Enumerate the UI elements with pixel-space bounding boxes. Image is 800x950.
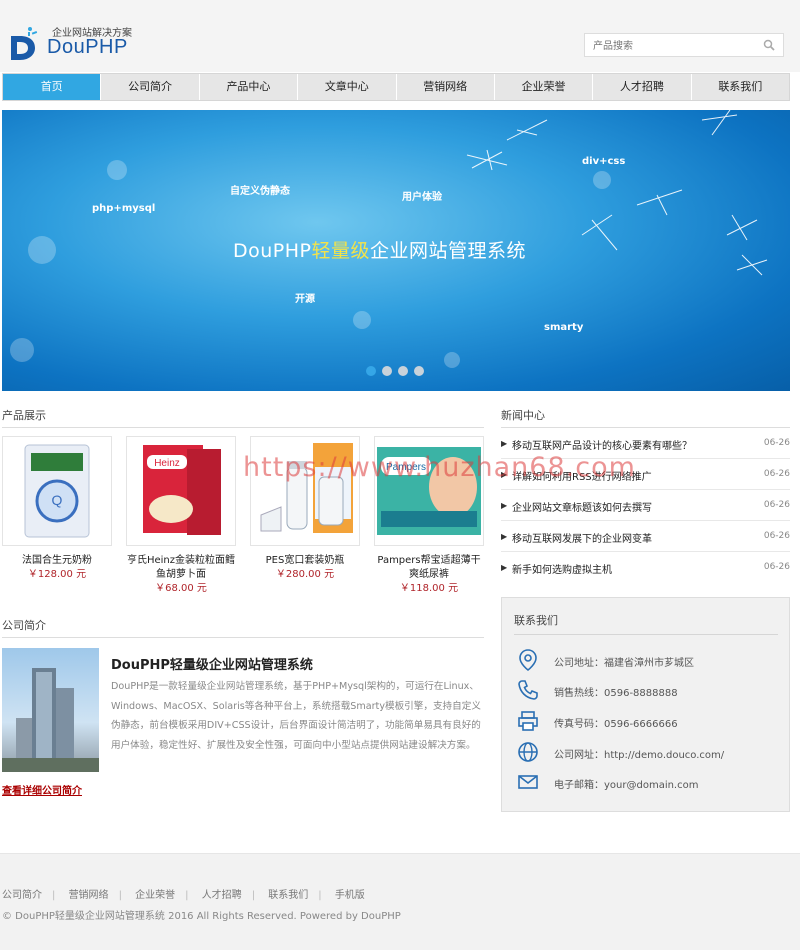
news-item[interactable]: ▶ 新手如何选购虚拟主机 06-26 (501, 552, 790, 583)
banner-slider[interactable]: DouPHP轻量级企业网站管理系统 php+mysql 自定义伪静态 用户体验 … (2, 110, 790, 391)
main-nav: 首页 公司简介 产品中心 文章中心 营销网络 企业荣誉 人才招聘 联系我们 (2, 73, 790, 101)
banner-keyword: 自定义伪静态 (230, 186, 290, 197)
contact-website: 公司网址：http://demo.douco.com/ (554, 750, 725, 761)
arrow-icon: ▶ (501, 532, 508, 541)
contact-phone: 销售热线：0596-8888888 (554, 688, 678, 699)
intro-section-title: 公司简介 (2, 619, 46, 632)
product-name[interactable]: 亨氏Heinz金装粒粒面鳕鱼胡萝卜面 (126, 554, 236, 582)
nav-item-contact[interactable]: 联系我们 (692, 74, 789, 100)
nav-item-jobs[interactable]: 人才招聘 (593, 74, 692, 100)
map-pin-icon (519, 649, 537, 672)
banner-keyword: div+css (582, 156, 626, 167)
banner-keyword: 用户体验 (402, 192, 442, 203)
search-input[interactable] (591, 37, 755, 55)
svg-text:Heinz: Heinz (154, 458, 180, 469)
slider-dot[interactable] (366, 366, 376, 376)
nav-item-products[interactable]: 产品中心 (200, 74, 299, 100)
slider-dots (366, 366, 424, 376)
intro-more-link[interactable]: 查看详细公司简介 (2, 782, 82, 797)
intro-text: DouPHP是一款轻量级企业网站管理系统，基于PHP+Mysql架构的，可运行在… (111, 681, 481, 751)
product-image[interactable]: Heinz (126, 436, 236, 546)
search-icon[interactable] (763, 39, 775, 51)
product-card[interactable]: Heinz 亨氏Heinz金装粒粒面鳕鱼胡萝卜面 ￥68.00 元 (126, 436, 236, 596)
search-box (584, 33, 784, 57)
product-price: ￥128.00 元 (27, 569, 87, 580)
news-date: 06-26 (763, 500, 790, 510)
nav-item-home[interactable]: 首页 (3, 74, 102, 100)
arrow-icon: ▶ (501, 563, 508, 572)
product-image[interactable]: Q (2, 436, 112, 546)
news-section-title: 新闻中心 (501, 409, 545, 422)
footer-links: 公司简介 | 营销网络 | 企业荣誉 | 人才招聘 | 联系我们 | 手机版 (2, 890, 365, 901)
nav-item-articles[interactable]: 文章中心 (298, 74, 397, 100)
nav-item-about[interactable]: 公司简介 (101, 74, 200, 100)
banner-keyword: 开源 (295, 294, 315, 305)
logo[interactable]: 企业网站解决方案 DouPHP (6, 20, 146, 64)
divider (2, 427, 484, 428)
globe-icon (518, 742, 538, 762)
company-building-image (2, 648, 99, 772)
product-card[interactable]: Q 法国合生元奶粉 ￥128.00 元 (2, 436, 112, 582)
contact-email: 电子邮箱：your@domain.com (554, 780, 699, 791)
phone-icon (518, 680, 538, 700)
footer-link[interactable]: 营销网络 (69, 890, 109, 901)
nav-item-honors[interactable]: 企业荣誉 (495, 74, 594, 100)
contact-row: 公司地址：福建省漳州市芗城区 (516, 648, 776, 672)
product-name[interactable]: PES宽口套装奶瓶 (250, 554, 360, 568)
contact-title: 联系我们 (514, 614, 558, 627)
slider-dot[interactable] (382, 366, 392, 376)
news-item[interactable]: ▶ 移动互联网发展下的企业网变革 06-26 (501, 521, 790, 552)
product-name[interactable]: 法国合生元奶粉 (2, 554, 112, 568)
watermark: https://www.huzhan68.com (243, 452, 636, 483)
arrow-icon: ▶ (501, 439, 508, 448)
news-date: 06-26 (763, 438, 790, 448)
banner-keyword: smarty (544, 322, 584, 333)
news-title[interactable]: 新手如何选购虚拟主机 (512, 561, 612, 576)
contact-address: 公司地址：福建省漳州市芗城区 (554, 658, 694, 669)
contact-panel: 联系我们 公司地址：福建省漳州市芗城区 销售热线：0596-8888888 传真… (501, 597, 790, 812)
svg-text:Q: Q (52, 492, 63, 508)
arrow-icon: ▶ (501, 501, 508, 510)
contact-row: 传真号码：0596-6666666 (516, 709, 776, 733)
divider (2, 637, 484, 638)
product-name[interactable]: Pampers帮宝适超薄干爽纸尿裤 (374, 554, 484, 582)
news-title[interactable]: 移动互联网发展下的企业网变革 (512, 530, 652, 545)
footer: 公司简介 | 营销网络 | 企业荣誉 | 人才招聘 | 联系我们 | 手机版 © DouP… (0, 853, 800, 950)
intro-heading: DouPHP轻量级企业网站管理系统 (111, 658, 313, 673)
divider (514, 634, 778, 635)
printer-icon (518, 711, 538, 731)
contact-row: 销售热线：0596-8888888 (516, 678, 776, 702)
nav-item-network[interactable]: 营销网络 (397, 74, 495, 100)
news-date: 06-26 (763, 469, 790, 479)
footer-link[interactable]: 公司简介 (2, 890, 42, 901)
products-section-title: 产品展示 (2, 409, 46, 422)
contact-fax: 传真号码：0596-6666666 (554, 719, 678, 730)
contact-row: 电子邮箱：your@domain.com (516, 770, 776, 794)
footer-link[interactable]: 企业荣誉 (135, 890, 175, 901)
contact-row: 公司网址：http://demo.douco.com/ (516, 740, 776, 764)
product-price: ￥118.00 元 (399, 583, 459, 594)
logo-name: DouPHP (47, 36, 128, 58)
footer-link[interactable]: 人才招聘 (202, 890, 242, 901)
news-title[interactable]: 企业网站文章标题该如何去撰写 (512, 499, 652, 514)
footer-link[interactable]: 手机版 (335, 890, 365, 901)
news-title[interactable]: 移动互联网产品设计的核心要素有哪些？ (512, 437, 692, 452)
slider-dot[interactable] (398, 366, 408, 376)
banner-keyword: php+mysql (92, 203, 156, 214)
header: 企业网站解决方案 DouPHP (0, 0, 800, 72)
product-price: ￥68.00 元 (155, 583, 207, 594)
news-date: 06-26 (763, 531, 790, 541)
mail-icon (518, 775, 538, 789)
logo-mark-icon (11, 27, 38, 60)
slider-dot[interactable] (414, 366, 424, 376)
footer-link[interactable]: 联系我们 (268, 890, 308, 901)
news-item[interactable]: ▶ 企业网站文章标题该如何去撰写 06-26 (501, 490, 790, 521)
copyright: © DouPHP轻量级企业网站管理系统 2016 All Rights Rese… (2, 911, 401, 922)
banner-title: DouPHP轻量级企业网站管理系统 (233, 240, 527, 262)
product-price: ￥280.00 元 (275, 569, 335, 580)
news-date: 06-26 (763, 562, 790, 572)
